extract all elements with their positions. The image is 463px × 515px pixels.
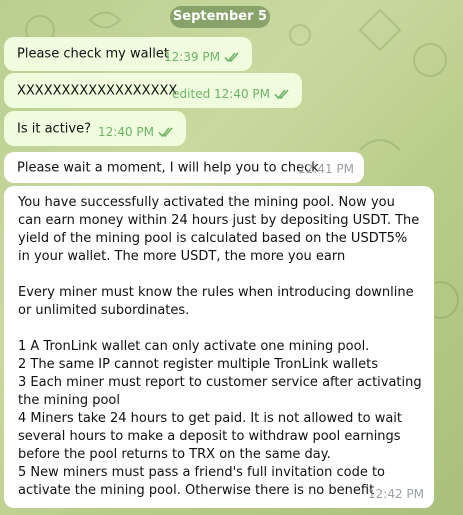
rule-line: 3 Each miner must report to customer ser… <box>18 375 422 408</box>
date-separator: September 5 <box>170 6 270 28</box>
outgoing-message[interactable]: XXXXXXXXXXXXXXXXXX edited 12:40 PM <box>4 73 302 108</box>
chat-area: September 5 Please check my wallet 12:39… <box>0 0 463 515</box>
message-meta: 12:39 PM <box>164 50 242 64</box>
double-check-icon <box>224 52 239 63</box>
message-time: 12:39 PM <box>164 50 220 64</box>
message-time: 12:40 PM <box>98 125 154 139</box>
message-text: XXXXXXXXXXXXXXXXXX <box>17 83 178 98</box>
message-meta: 12:42 PM <box>368 487 424 501</box>
outgoing-message[interactable]: Please check my wallet 12:39 PM <box>4 37 252 71</box>
double-check-icon <box>158 127 173 138</box>
message-meta: edited 12:40 PM <box>172 87 292 101</box>
double-check-icon <box>274 89 289 100</box>
message-text: Please wait a moment, I will help you to… <box>17 160 319 175</box>
message-text: Please check my wallet <box>17 46 169 62</box>
rule-line: 2 The same IP cannot register multiple T… <box>18 357 379 372</box>
message-paragraph: Every miner must know the rules when int… <box>18 285 414 318</box>
rule-line: 1 A TronLink wallet can only activate on… <box>18 339 370 354</box>
message-paragraph: You have successfully activated the mini… <box>18 195 420 264</box>
rule-line: 4 Miners take 24 hours to get paid. It i… <box>18 411 402 462</box>
message-time: edited 12:40 PM <box>172 87 270 101</box>
outgoing-message[interactable]: Is it active? 12:40 PM <box>4 111 186 146</box>
message-time: 12:41 PM <box>298 162 354 176</box>
incoming-message[interactable]: Please wait a moment, I will help you to… <box>4 152 364 183</box>
message-meta: 12:41 PM <box>298 162 354 176</box>
message-body: You have successfully activated the mini… <box>18 194 422 500</box>
message-time: 12:42 PM <box>368 487 424 501</box>
message-text: Is it active? <box>17 121 91 136</box>
rule-line: 5 New miners must pass a friend's full i… <box>18 465 386 498</box>
incoming-long-message[interactable]: You have successfully activated the mini… <box>4 186 434 508</box>
message-meta: 12:40 PM <box>98 125 176 139</box>
